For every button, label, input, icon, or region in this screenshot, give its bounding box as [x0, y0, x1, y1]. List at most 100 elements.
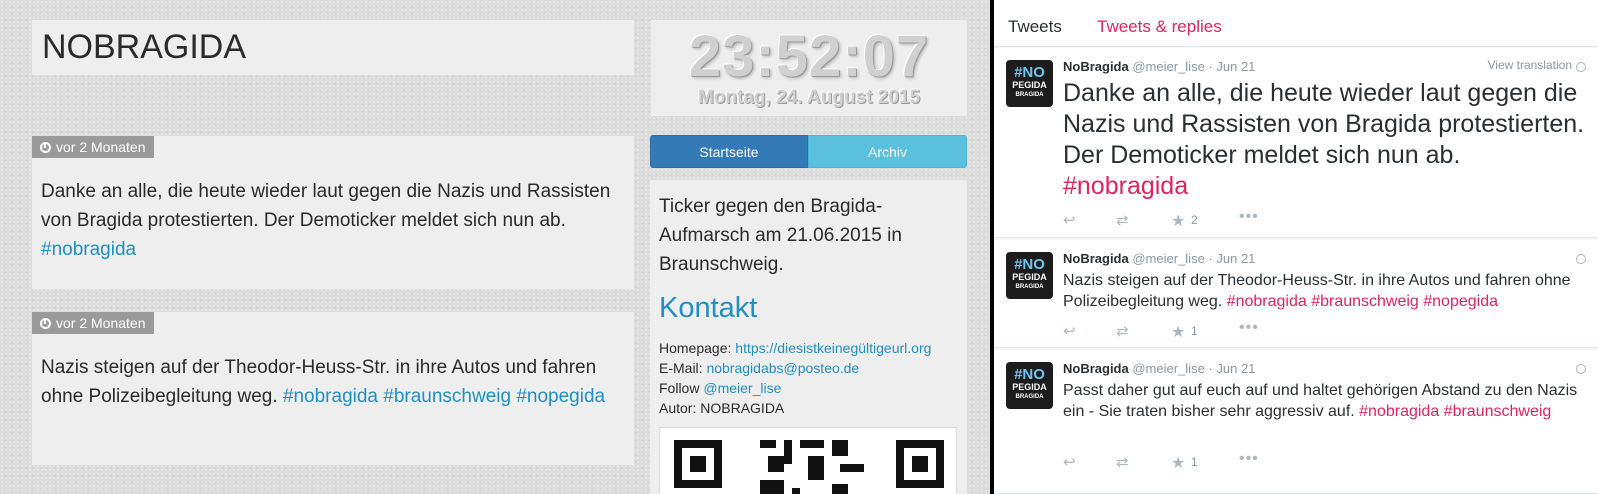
follow-link[interactable]: @meier_lise — [703, 380, 781, 396]
post-age: vor 2 Monaten — [56, 315, 146, 331]
avatar-line: PEGIDA — [1012, 80, 1047, 90]
tweet-hashtags[interactable]: #nobragida #braunschweig — [1359, 403, 1551, 420]
author-name: NOBRAGIDA — [700, 400, 785, 416]
retweet-icon[interactable]: ⇄ — [1116, 211, 1129, 229]
clock-time: 23:52:07 — [688, 24, 930, 89]
post-text: Danke an alle, die heute wieder laut geg… — [41, 177, 626, 264]
more-icon[interactable]: ••• — [1239, 208, 1259, 226]
star-icon[interactable]: ★ — [1171, 322, 1185, 342]
qr-module — [832, 440, 848, 456]
star-icon[interactable]: ★ — [1171, 211, 1185, 231]
avatar-line: #NO — [1014, 366, 1045, 383]
view-translation-link[interactable]: View translation — [1488, 58, 1573, 72]
tweet[interactable]: #NO PEGIDA BRAGIDA NoBragida @meier_lise… — [994, 48, 1598, 238]
favorite-count: 1 — [1191, 324, 1198, 338]
tweet-date[interactable]: · Jun 21 — [1208, 361, 1255, 376]
tweet-actions: ↩ ⇄ ★ 1 ••• — [1063, 319, 1323, 341]
tweet-hashtags[interactable]: #nobragida — [1063, 172, 1188, 200]
contact-heading: Kontakt — [659, 292, 758, 324]
timeline-tabs: Tweets Tweets & replies — [994, 0, 1598, 47]
ticker-post: vor 2 Monaten Danke an alle, die heute w… — [32, 136, 634, 289]
avatar[interactable]: #NO PEGIDA BRAGIDA — [1006, 252, 1053, 299]
post-age-badge: vor 2 Monaten — [32, 136, 154, 158]
qr-code — [659, 427, 957, 494]
qr-module — [800, 440, 824, 448]
ticker-title: NOBRAGIDA — [42, 28, 247, 66]
tweet[interactable]: #NO PEGIDA BRAGIDA NoBragida @meier_lise… — [994, 350, 1598, 494]
tweet-date[interactable]: · Jun 21 — [1208, 251, 1255, 266]
star-icon[interactable]: ★ — [1171, 453, 1185, 473]
post-age-badge: vor 2 Monaten — [32, 312, 154, 334]
globe-icon — [1576, 62, 1586, 72]
post-hashtags[interactable]: #nobragida #braunschweig #nopegida — [283, 386, 605, 407]
clock-icon — [40, 318, 51, 329]
tweet-handle[interactable]: @meier_lise — [1132, 361, 1204, 376]
qr-module — [768, 456, 784, 472]
avatar-line: PEGIDA — [1012, 382, 1047, 392]
tab-tweets[interactable]: Tweets — [1008, 17, 1062, 37]
ticker-page: NOBRAGIDA 23:52:07 Montag, 24. August 20… — [0, 0, 990, 494]
reply-icon[interactable]: ↩ — [1063, 322, 1076, 340]
retweet-icon[interactable]: ⇄ — [1116, 453, 1129, 471]
qr-module — [840, 464, 864, 472]
tweet-handle[interactable]: @meier_lise — [1132, 251, 1204, 266]
globe-icon — [1576, 254, 1586, 264]
qr-module — [792, 488, 800, 494]
author-label: Autor: — [659, 400, 697, 416]
nav-home-button[interactable]: Startseite — [650, 135, 808, 168]
clock-icon — [40, 142, 51, 153]
post-body: Danke an alle, die heute wieder laut geg… — [41, 181, 611, 231]
contact-details: Homepage: https://diesistkeinegültigeurl… — [659, 338, 931, 418]
avatar-line: BRAGIDA — [1015, 394, 1044, 400]
qr-finder-core — [912, 456, 928, 472]
ticker-nav: Startseite Archiv — [650, 135, 967, 168]
ticker-title-box: NOBRAGIDA — [32, 20, 634, 75]
ticker-sidebar: Ticker gegen den Bragida-Aufmarsch am 21… — [650, 180, 967, 494]
twitter-timeline: Tweets Tweets & replies #NO PEGIDA BRAGI… — [994, 0, 1598, 494]
post-text: Nazis steigen auf der Theodor-Heuss-Str.… — [41, 353, 626, 411]
reply-icon[interactable]: ↩ — [1063, 211, 1076, 229]
tweet-hashtags[interactable]: #nobragida #braunschweig #nopegida — [1227, 293, 1498, 310]
homepage-label: Homepage: — [659, 340, 732, 356]
tweet-text: Nazis steigen auf der Theodor-Heuss-Str.… — [1063, 270, 1583, 312]
tweet-author-name[interactable]: NoBragida — [1063, 361, 1129, 376]
retweet-icon[interactable]: ⇄ — [1116, 322, 1129, 340]
tweet-body: Danke an alle, die heute wieder laut geg… — [1063, 79, 1585, 169]
avatar-line: #NO — [1014, 64, 1045, 81]
favorite-count: 2 — [1191, 213, 1198, 227]
avatar[interactable]: #NO PEGIDA BRAGIDA — [1006, 362, 1053, 409]
tab-tweets-replies[interactable]: Tweets & replies — [1097, 17, 1222, 37]
email-label: E-Mail: — [659, 360, 703, 376]
clock-widget: 23:52:07 Montag, 24. August 2015 — [651, 20, 967, 116]
avatar-line: #NO — [1014, 256, 1045, 273]
tweet-actions: ↩ ⇄ ★ 2 ••• — [1063, 208, 1323, 230]
qr-module — [760, 480, 784, 494]
qr-finder-core — [690, 456, 706, 472]
tweet-text: Passt daher gut auf euch auf und haltet … — [1063, 380, 1583, 422]
qr-module — [808, 456, 824, 480]
tweet-author-name[interactable]: NoBragida — [1063, 59, 1129, 74]
tweet-handle[interactable]: @meier_lise — [1132, 59, 1204, 74]
homepage-link[interactable]: https://diesistkeinegültigeurl.org — [735, 340, 931, 356]
tweet-text: Danke an alle, die heute wieder laut geg… — [1063, 78, 1588, 202]
qr-module — [760, 440, 776, 448]
reply-icon[interactable]: ↩ — [1063, 453, 1076, 471]
avatar[interactable]: #NO PEGIDA BRAGIDA — [1006, 60, 1053, 107]
tweet-header: NoBragida @meier_lise · Jun 21 — [1063, 251, 1255, 266]
avatar-line: PEGIDA — [1012, 272, 1047, 282]
tweet-author-name[interactable]: NoBragida — [1063, 251, 1129, 266]
email-link[interactable]: nobragidabs@posteo.de — [706, 360, 859, 376]
nav-archive-button[interactable]: Archiv — [808, 135, 967, 168]
tweet-actions: ↩ ⇄ ★ 1 ••• — [1063, 450, 1323, 472]
tweet[interactable]: #NO PEGIDA BRAGIDA NoBragida @meier_lise… — [994, 240, 1598, 348]
tweet-date[interactable]: · Jun 21 — [1208, 59, 1255, 74]
tweet-header: NoBragida @meier_lise · Jun 21 — [1063, 361, 1255, 376]
more-icon[interactable]: ••• — [1239, 450, 1259, 468]
post-age: vor 2 Monaten — [56, 139, 146, 155]
more-icon[interactable]: ••• — [1239, 319, 1259, 337]
clock-date: Montag, 24. August 2015 — [697, 87, 921, 108]
qr-module — [832, 484, 848, 494]
post-hashtags[interactable]: #nobragida — [41, 239, 136, 260]
avatar-line: BRAGIDA — [1015, 284, 1044, 290]
qr-module — [784, 440, 792, 464]
